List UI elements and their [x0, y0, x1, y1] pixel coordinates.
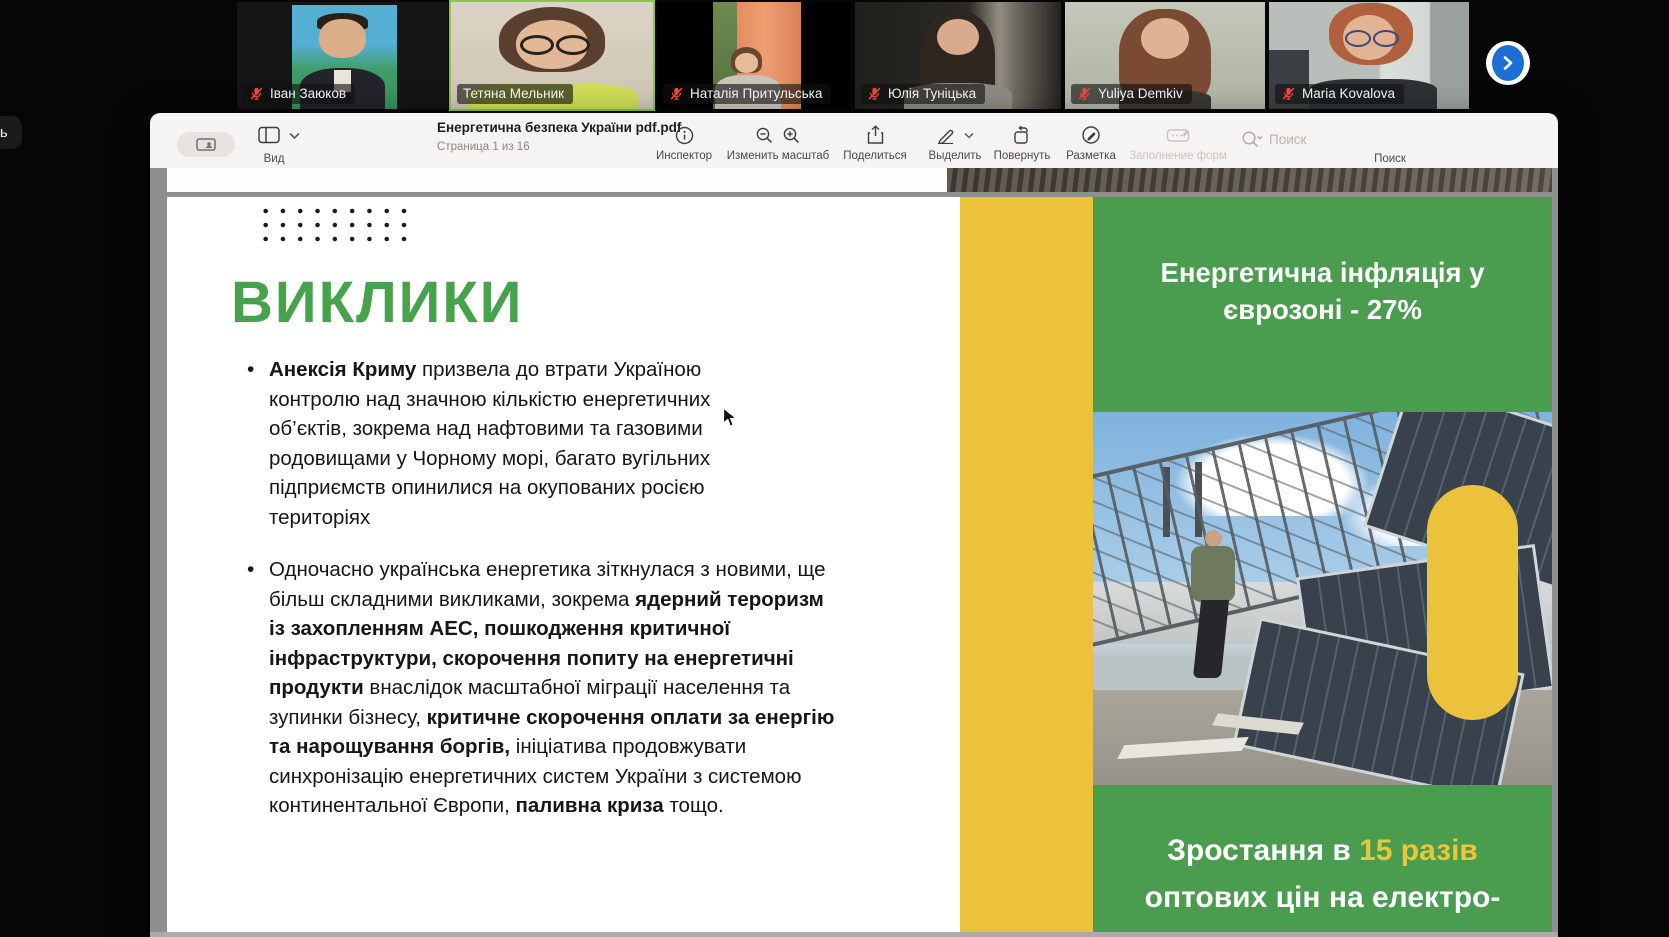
view-button-label: Вид [246, 153, 302, 165]
yellow-stripe [960, 197, 1093, 932]
mic-muted-icon [249, 86, 264, 101]
avatar-shape [520, 35, 554, 55]
view-button[interactable] [258, 126, 306, 150]
fill-forms-button[interactable]: Заполнение форм [1126, 123, 1230, 162]
search-icon [1241, 130, 1263, 148]
mic-muted-icon [1077, 86, 1092, 101]
zoom-in-icon [782, 126, 801, 145]
zoom-out-icon [755, 126, 774, 145]
avatar-shape [319, 19, 365, 58]
chevron-down-icon [964, 132, 974, 139]
pdf-toolbar: Вид Енергетична безпека України pdf.pdf … [150, 113, 1558, 169]
sidebar-icon [258, 126, 280, 144]
markup-icon [1061, 123, 1121, 147]
participant-tile[interactable]: Наталія Притульська [657, 2, 851, 109]
share-icon [840, 123, 910, 147]
highlight-button[interactable]: Выделить [916, 123, 994, 162]
search-field[interactable]: Поиск [1235, 129, 1312, 149]
growth-highlight: 15 разів [1359, 834, 1478, 867]
participant-tile[interactable]: Yuliya Demkiv [1065, 2, 1265, 109]
form-icon [1126, 123, 1230, 147]
slide-bullet: Анексія Криму призвела до втрати Україно… [245, 355, 935, 532]
yellow-pill-decoration [1427, 485, 1518, 720]
avatar-shape [1345, 30, 1371, 47]
slide-bullet: Одночасно українська енергетика зіткнула… [245, 555, 935, 821]
avatar-shape [1373, 30, 1399, 47]
page-status: Страница 1 из 16 [437, 141, 530, 153]
avatar-shape [735, 53, 758, 72]
participant-name-label: Yuliya Demkiv [1071, 84, 1192, 104]
screen-sharing-pill-button[interactable] [177, 132, 235, 157]
share-button[interactable]: Поделиться [840, 123, 910, 162]
person-head [1205, 530, 1222, 547]
growth-panel: Зростання в 15 разів оптових цін на елек… [1093, 785, 1552, 932]
participant-tile[interactable]: Тетяна Мельник [451, 2, 653, 109]
recording-indicator-fragment: ись [0, 116, 22, 149]
search-placeholder: Поиск [1269, 132, 1306, 147]
person-torso [1191, 546, 1235, 602]
mic-muted-icon [669, 86, 684, 101]
participant-name-label: Юлія Туніцька [861, 84, 985, 104]
slide-bullets: Анексія Криму призвела до втрати Україно… [245, 355, 935, 844]
inflation-panel: Енергетична інфляція у єврозоні - 27% [1093, 197, 1552, 412]
search-button-label: Поиск [1355, 153, 1425, 165]
dot-grid-decoration [257, 204, 417, 246]
display-person-icon [195, 137, 217, 153]
growth-text: Зростання в 15 разів оптових цін на елек… [1093, 827, 1552, 932]
right-panel: Енергетична інфляція у єврозоні - 27% [1093, 197, 1552, 932]
pen-icon [936, 126, 956, 144]
window-bottom-edge [150, 932, 1558, 937]
slide-page: ВИКЛИКИ Анексія Криму призвела до втрати… [167, 197, 1552, 932]
inflation-text: Енергетична інфляція у єврозоні - 27% [1093, 254, 1552, 328]
avatar-shape [937, 19, 978, 55]
rotate-icon [987, 123, 1057, 147]
participant-tile[interactable]: Іван Заюков [237, 2, 448, 109]
mic-muted-icon [1281, 86, 1296, 101]
slide-title: ВИКЛИКИ [231, 269, 523, 336]
mouse-cursor [722, 407, 739, 434]
pdf-content-area[interactable]: ВИКЛИКИ Анексія Криму призвела до втрати… [150, 168, 1558, 932]
chevron-right-icon [1492, 45, 1524, 81]
screen: Іван Заюков Тетяна Мельник [0, 0, 1669, 937]
next-participants-button[interactable] [1486, 41, 1530, 85]
participant-name-label: Іван Заюков [243, 84, 355, 104]
participants-strip: Іван Заюков Тетяна Мельник [0, 0, 1669, 113]
participant-tile[interactable]: Юлія Туніцька [855, 2, 1061, 109]
mic-muted-icon [867, 86, 882, 101]
participant-name-label: Наталія Притульська [663, 84, 831, 104]
avatar-shape [1141, 18, 1189, 59]
page-margin-strip [167, 168, 947, 192]
markup-button[interactable]: Разметка [1061, 123, 1121, 162]
chevron-down-icon [289, 132, 300, 140]
rotate-button[interactable]: Повернуть [987, 123, 1057, 162]
participant-name-label: Тетяна Мельник [457, 84, 573, 104]
pdf-viewer-window: Вид Енергетична безпека України pdf.pdf … [150, 113, 1558, 937]
participant-tile[interactable]: Maria Kovalova [1269, 2, 1469, 109]
cropped-photo-strip [947, 168, 1552, 192]
participant-name-label: Maria Kovalova [1275, 84, 1404, 104]
